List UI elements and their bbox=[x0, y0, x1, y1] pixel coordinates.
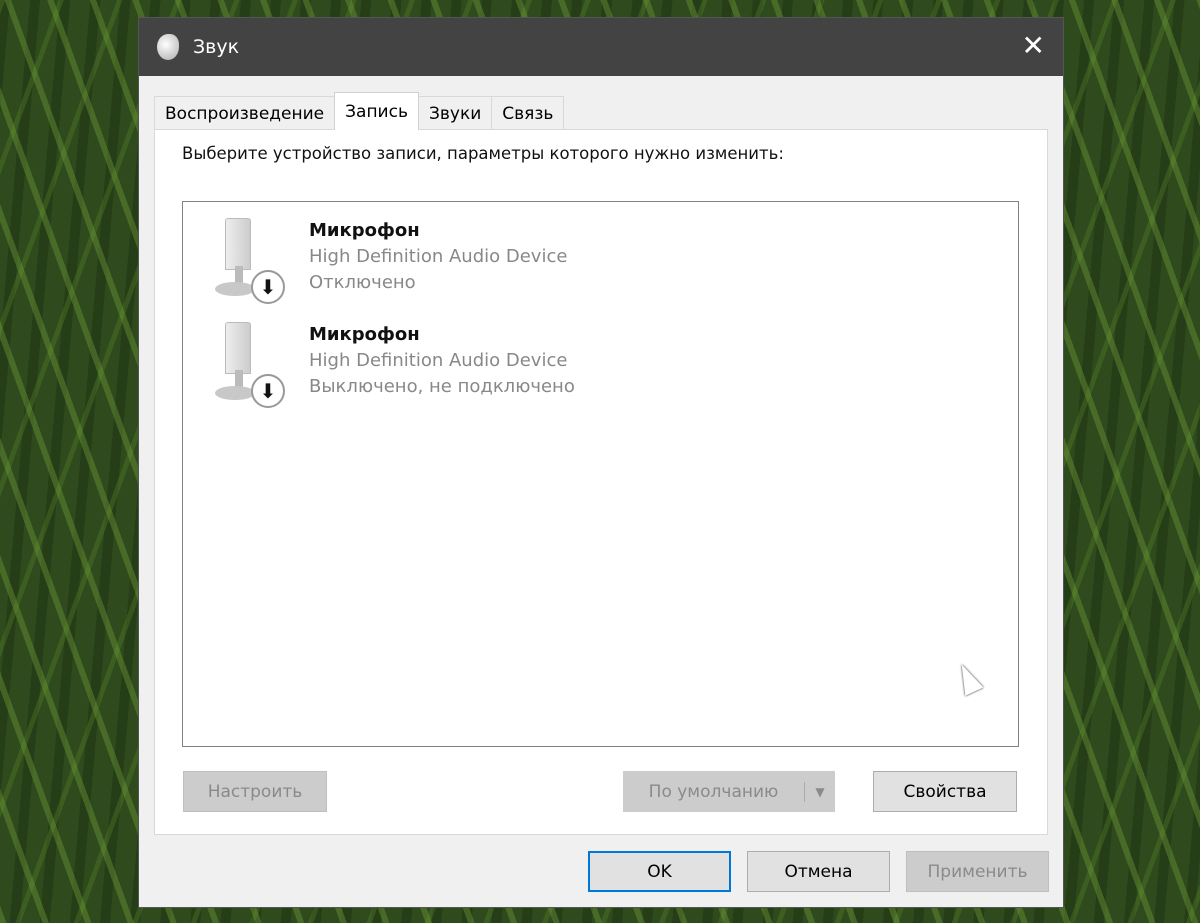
recording-panel: Выберите устройство записи, параметры ко… bbox=[154, 129, 1048, 835]
microphone-icon: ⬇ bbox=[213, 320, 289, 408]
tab-playback[interactable]: Воспроизведение bbox=[154, 96, 336, 130]
device-list[interactable]: ⬇ Микрофон High Definition Audio Device … bbox=[182, 201, 1019, 747]
device-item[interactable]: ⬇ Микрофон High Definition Audio Device … bbox=[213, 216, 568, 304]
chevron-down-icon[interactable]: ▼ bbox=[805, 785, 835, 799]
title-bar[interactable]: Звук ✕ bbox=[139, 18, 1063, 76]
configure-button[interactable]: Настроить bbox=[183, 771, 327, 812]
sound-dialog: Звук ✕ Воспроизведение Запись Звуки Связ… bbox=[138, 17, 1064, 908]
tab-sounds[interactable]: Звуки bbox=[417, 96, 493, 130]
set-default-button[interactable]: По умолчанию ▼ bbox=[623, 771, 835, 812]
ok-button[interactable]: OK bbox=[588, 851, 731, 892]
prompt-text: Выберите устройство записи, параметры ко… bbox=[182, 144, 784, 163]
device-name: Микрофон bbox=[309, 220, 420, 241]
tab-bar: Воспроизведение Запись Звуки Связь bbox=[154, 92, 565, 130]
device-driver: High Definition Audio Device bbox=[309, 350, 568, 371]
apply-button[interactable]: Применить bbox=[906, 851, 1049, 892]
window-title: Звук bbox=[193, 36, 240, 58]
down-arrow-icon: ⬇ bbox=[251, 374, 285, 408]
down-arrow-icon: ⬇ bbox=[251, 270, 285, 304]
device-status: Отключено bbox=[309, 272, 416, 293]
properties-button[interactable]: Свойства bbox=[873, 771, 1017, 812]
close-button[interactable]: ✕ bbox=[1022, 32, 1045, 60]
device-status: Выключено, не подключено bbox=[309, 376, 575, 397]
device-item[interactable]: ⬇ Микрофон High Definition Audio Device … bbox=[213, 320, 575, 408]
device-driver: High Definition Audio Device bbox=[309, 246, 568, 267]
speaker-icon bbox=[157, 34, 179, 60]
microphone-icon: ⬇ bbox=[213, 216, 289, 304]
device-name: Микрофон bbox=[309, 324, 420, 345]
tab-communications[interactable]: Связь bbox=[491, 96, 565, 130]
cancel-button[interactable]: Отмена bbox=[747, 851, 890, 892]
set-default-label[interactable]: По умолчанию bbox=[623, 781, 805, 802]
tab-recording[interactable]: Запись bbox=[334, 92, 419, 130]
